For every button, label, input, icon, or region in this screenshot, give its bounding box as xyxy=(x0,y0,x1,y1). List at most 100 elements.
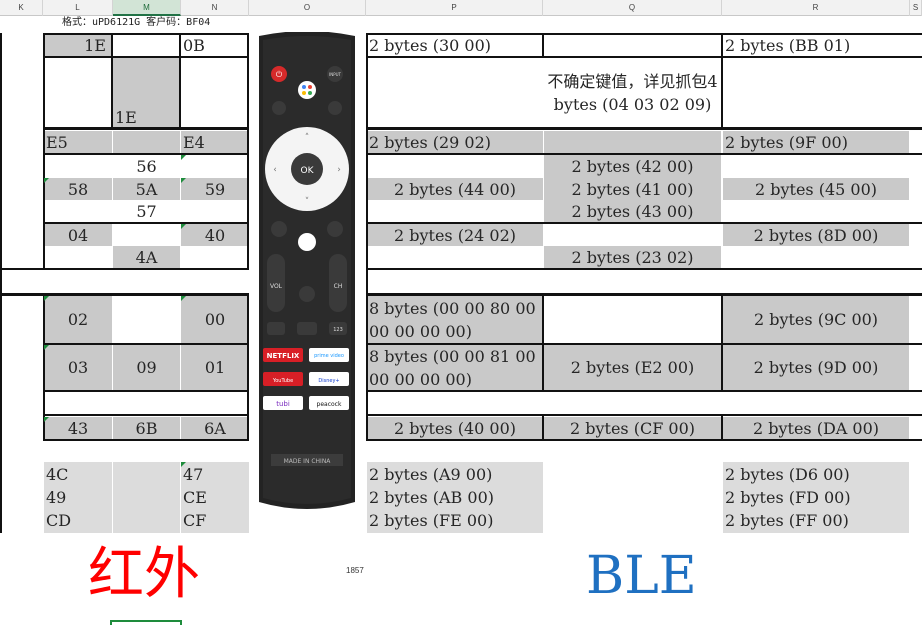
ble-cell-r[interactable]: 2 bytes (8D 00) xyxy=(723,224,909,246)
ir-cell-n[interactable]: 00 xyxy=(181,296,249,343)
ble-code-line: 2 bytes (FF 00) xyxy=(725,511,849,530)
ir-cell-m[interactable] xyxy=(113,462,180,533)
ble-cell-p[interactable]: 2 bytes (29 02) xyxy=(367,131,543,153)
ir-cell-l[interactable]: E5 xyxy=(44,131,112,153)
ble-cell-q[interactable]: 2 bytes (CF 00) xyxy=(544,417,721,439)
ble-cell-q[interactable] xyxy=(544,131,721,153)
ir-cell-m[interactable]: 6B xyxy=(113,417,180,439)
column-header-q[interactable]: Q xyxy=(543,0,722,16)
ir-cell-m[interactable]: 56 xyxy=(113,155,180,178)
ir-cell-m[interactable]: 5A xyxy=(113,178,180,200)
ble-cell-r[interactable]: 2 bytes (BB 01) xyxy=(723,35,909,56)
ble-cell-p[interactable]: 2 bytes (24 02) xyxy=(367,224,543,246)
ir-cell-m[interactable]: 57 xyxy=(113,200,180,222)
ir-code-line: 47 xyxy=(183,465,204,484)
ble-cell-r[interactable]: 2 bytes (DA 00) xyxy=(723,417,909,439)
remote-control-image: ⏻ INPUT OK ˄ ˅ ‹ › VOL CH 123 NETFLIX pr… xyxy=(253,32,361,512)
ble-cell-p[interactable]: 2 bytes (A9 00) 2 bytes (AB 00) 2 bytes (… xyxy=(367,462,543,533)
ir-cell-l[interactable]: 02 xyxy=(44,296,112,343)
border xyxy=(43,153,249,155)
ir-cell-n[interactable]: 59 xyxy=(181,178,249,200)
ir-cell-l[interactable]: 4C 49 CD xyxy=(44,462,112,533)
ir-cell-l[interactable]: 03 xyxy=(44,345,112,390)
ble-cell-r[interactable]: 2 bytes (45 00) xyxy=(723,178,909,200)
ir-cell-m[interactable]: 09 xyxy=(113,345,180,390)
ble-cell-p[interactable]: 8 bytes (00 00 80 00 00 00 00 00) xyxy=(367,296,543,343)
ble-code-line: 2 bytes (A9 00) xyxy=(369,465,493,484)
border xyxy=(247,33,249,268)
ir-cell-n[interactable]: 40 xyxy=(181,224,249,246)
ir-cell-n[interactable]: 01 xyxy=(181,345,249,390)
ble-cell-q[interactable]: 2 bytes (42 00) xyxy=(544,155,721,178)
border xyxy=(43,127,249,130)
ir-cell-l[interactable]: 58 xyxy=(44,178,112,200)
comment-marker xyxy=(181,155,186,160)
border xyxy=(542,345,544,390)
ir-code-line: 4C xyxy=(46,465,69,484)
column-header-n[interactable]: N xyxy=(181,0,249,16)
ble-cell-p[interactable]: 2 bytes (30 00) xyxy=(367,35,543,56)
column-header-s[interactable]: S xyxy=(910,0,922,16)
border xyxy=(366,33,922,35)
ble-code-line: 2 bytes (FE 00) xyxy=(369,511,494,530)
ch-key-label: CH xyxy=(334,283,343,290)
ir-cell-l[interactable]: 04 xyxy=(44,224,112,246)
column-header-p[interactable]: P xyxy=(366,0,543,16)
ble-cell-p[interactable]: 2 bytes (40 00) xyxy=(367,417,543,439)
ir-cell-n[interactable]: 0B xyxy=(181,35,249,56)
column-header-bar: K L M N O P Q R S xyxy=(0,0,922,16)
ble-cell-q[interactable]: 2 bytes (23 02) xyxy=(544,246,721,268)
border xyxy=(542,416,544,440)
comment-marker xyxy=(181,462,186,467)
comment-marker xyxy=(44,417,49,422)
ble-cell-p[interactable]: 2 bytes (44 00) xyxy=(367,178,543,200)
ble-cell-r[interactable]: 2 bytes (9D 00) xyxy=(723,345,909,390)
border xyxy=(366,33,368,440)
ble-cell-p[interactable]: 8 bytes (00 00 81 00 00 00 00 00) xyxy=(367,345,543,390)
ble-cell-r[interactable]: 2 bytes (9F 00) xyxy=(723,131,909,153)
ir-cell-n[interactable]: 6A xyxy=(181,417,249,439)
vol-key-label: VOL xyxy=(270,283,283,290)
format-note: 格式：uPD6121G 客户码：BF04 xyxy=(62,17,211,28)
ble-cell-q[interactable]: 2 bytes (E2 00) xyxy=(544,345,721,390)
ir-cell-m[interactable]: 1E xyxy=(113,58,180,127)
border xyxy=(366,222,922,224)
ir-cell-m[interactable] xyxy=(113,131,180,153)
column-header-l[interactable]: L xyxy=(43,0,113,16)
ir-cell-n[interactable]: 47 CE CF xyxy=(181,462,249,533)
ir-cell-l[interactable] xyxy=(44,58,112,127)
svg-text:‹: ‹ xyxy=(273,165,277,175)
border xyxy=(721,296,723,343)
made-in-label: MADE IN CHINA xyxy=(284,458,332,465)
small-center-text: 1857 xyxy=(346,566,364,575)
border xyxy=(366,268,922,270)
ir-cell-m[interactable]: 4A xyxy=(113,246,180,268)
svg-text:›: › xyxy=(337,165,341,175)
ble-cell-q[interactable]: 2 bytes (41 00) xyxy=(544,178,721,200)
column-header-m[interactable]: M xyxy=(113,0,181,16)
ble-cell-r[interactable]: 2 bytes (D6 00) 2 bytes (FD 00) 2 bytes (… xyxy=(723,462,909,533)
ir-code-line: 49 xyxy=(46,488,67,507)
comment-marker xyxy=(44,178,49,183)
ir-cell-l[interactable]: 43 xyxy=(44,417,112,439)
border xyxy=(366,153,922,155)
border xyxy=(366,390,922,392)
ir-cell-l[interactable]: 1E xyxy=(44,35,112,56)
border xyxy=(43,56,249,58)
ir-code-line: CF xyxy=(183,511,207,530)
ble-cell-r[interactable]: 2 bytes (9C 00) xyxy=(723,296,909,343)
svg-text:˅: ˅ xyxy=(305,197,310,207)
ble-cell-q[interactable]: 不确定键值，详见抓包4 bytes (04 03 02 09) xyxy=(543,58,722,127)
selected-cell-outline xyxy=(110,620,182,625)
ble-cell-q[interactable]: 2 bytes (43 00) xyxy=(544,200,721,222)
peacock-key-label: peacock xyxy=(317,401,342,408)
ble-code-line: 2 bytes (D6 00) xyxy=(725,465,850,484)
ir-cell-n[interactable]: E4 xyxy=(181,131,249,153)
column-header-r[interactable]: R xyxy=(722,0,910,16)
svg-text:˄: ˄ xyxy=(305,133,310,143)
prime-key-label: prime video xyxy=(314,353,344,359)
svg-text:⏻: ⏻ xyxy=(276,70,283,79)
youtube-key-label: YouTube xyxy=(272,378,293,384)
column-header-k[interactable]: K xyxy=(0,0,43,16)
column-header-o[interactable]: O xyxy=(249,0,366,16)
